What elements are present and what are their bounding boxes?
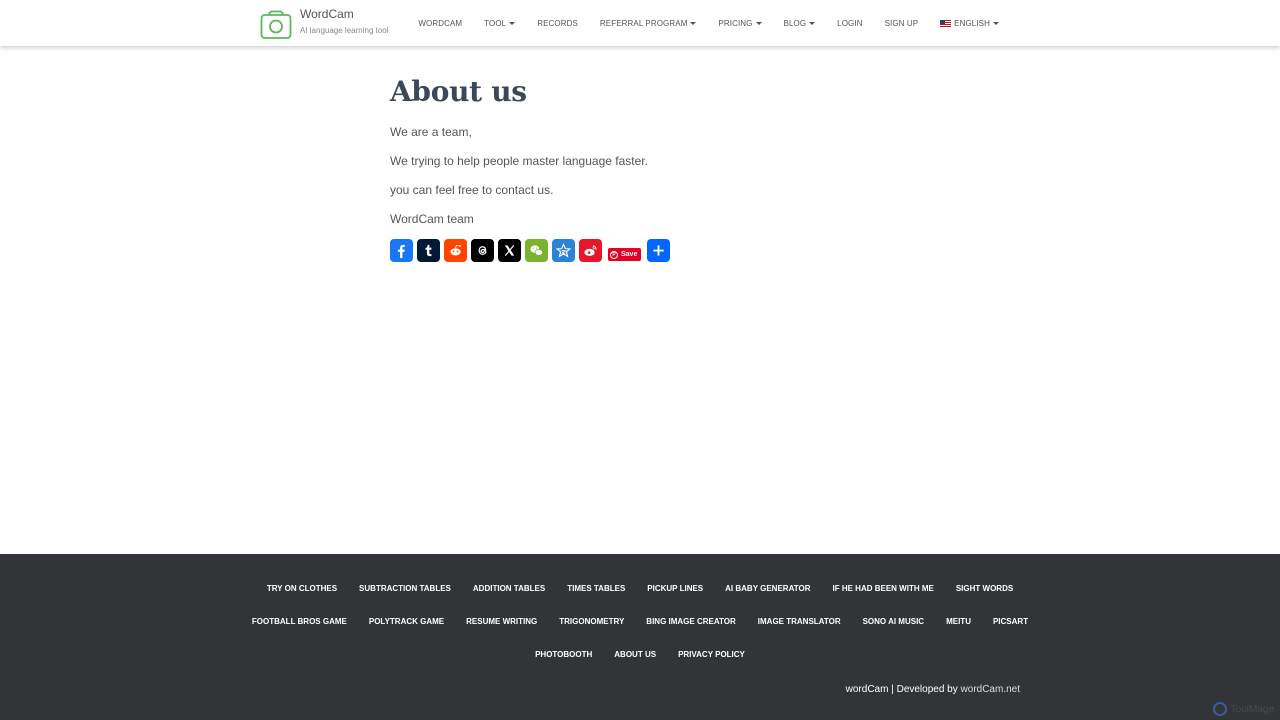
facebook-share-button[interactable] — [390, 239, 413, 262]
pinterest-save-label: Save — [621, 251, 638, 258]
qzone-share-button[interactable] — [552, 239, 575, 262]
nav-item-blog[interactable]: BLOG — [773, 0, 827, 46]
nav-item-wordcam[interactable]: WORDCAM — [407, 0, 473, 46]
top-navbar: WordCam AI language learning tool WORDCA… — [0, 0, 1280, 46]
pinterest-save-button[interactable]: P Save — [608, 248, 642, 261]
nav-item-pricing[interactable]: PRICING — [707, 0, 772, 46]
tumblr-icon — [425, 244, 432, 257]
nav-item-login[interactable]: LOGIN — [826, 0, 873, 46]
share-plus-icon — [653, 245, 665, 256]
about-paragraph: you can feel free to contact us. — [390, 183, 554, 197]
footer-link[interactable]: SUBTRACTION TABLES — [348, 578, 462, 611]
about-content: About us We are a team, We trying to hel… — [390, 72, 890, 262]
footer-link[interactable]: SIGHT WORDS — [945, 578, 1024, 611]
footer-link[interactable]: POLYTRACK GAME — [358, 611, 455, 644]
wechat-icon — [530, 245, 543, 256]
x-icon — [504, 244, 515, 257]
footer-link[interactable]: RESUME WRITING — [455, 611, 548, 644]
brand-tagline: AI language learning tool — [300, 26, 389, 35]
share-buttons: P Save — [390, 239, 890, 262]
nav-label: TOOL — [484, 18, 507, 28]
footer-link[interactable]: TIMES TABLES — [556, 578, 636, 611]
footer-link[interactable]: IF HE HAD BEEN WITH ME — [822, 578, 945, 611]
reddit-share-button[interactable] — [444, 239, 467, 262]
footer-link[interactable]: ADDITION TABLES — [462, 578, 556, 611]
credit-site-link[interactable]: wordCam — [846, 684, 889, 695]
camera-logo-icon — [260, 10, 292, 39]
credit-separator: | Developed by — [888, 684, 961, 695]
footer-link[interactable]: PICKUP LINES — [636, 578, 714, 611]
brand-name: WordCam — [300, 7, 354, 21]
caret-down-icon — [509, 21, 516, 25]
x-share-button[interactable] — [498, 239, 521, 262]
more-share-button[interactable] — [647, 239, 671, 262]
qzone-icon — [556, 243, 571, 258]
credit-developer-link[interactable]: wordCam.net — [961, 684, 1020, 695]
caret-down-icon — [755, 21, 762, 25]
nav-label: LOGIN — [837, 18, 863, 28]
brand-text: WordCam AI language learning tool — [300, 6, 389, 37]
nav-label: WORDCAM — [418, 18, 463, 28]
nav-label: SIGN UP — [884, 18, 919, 28]
watermark: ToolMage — [1212, 702, 1274, 716]
main-nav: WORDCAM TOOL RECORDS REFERRAL PROGRAM PR… — [407, 0, 1010, 46]
footer-link[interactable]: PICSART — [982, 611, 1039, 644]
footer-link[interactable]: ABOUT US — [603, 644, 667, 677]
threads-icon — [478, 246, 487, 255]
footer-link[interactable]: TRIGONOMETRY — [548, 611, 635, 644]
watermark-text: ToolMage — [1230, 703, 1274, 715]
footer-link[interactable]: AI BABY GENERATOR — [714, 578, 821, 611]
us-flag-icon — [940, 19, 952, 27]
nav-item-referral-program[interactable]: REFERRAL PROGRAM — [589, 0, 708, 46]
footer-link[interactable]: BING IMAGE CREATOR — [635, 611, 746, 644]
caret-down-icon — [690, 21, 697, 25]
nav-item-signup[interactable]: SIGN UP — [874, 0, 930, 46]
weibo-share-button[interactable] — [579, 239, 602, 262]
reddit-icon — [450, 244, 462, 256]
footer-links: TRY ON CLOTHES SUBTRACTION TABLES ADDITI… — [240, 578, 1040, 677]
language-selector[interactable]: ENGLISH — [929, 0, 1010, 46]
weibo-icon — [584, 245, 597, 256]
site-footer: TRY ON CLOTHES SUBTRACTION TABLES ADDITI… — [0, 554, 1280, 720]
pinterest-icon: P — [610, 250, 618, 259]
nav-item-tool[interactable]: TOOL — [473, 0, 526, 46]
footer-credit: wordCam | Developed by wordCam.net — [846, 684, 1020, 695]
about-paragraph: We are a team, — [390, 125, 472, 139]
nav-label: RECORDS — [537, 18, 578, 28]
footer-link[interactable]: TRY ON CLOTHES — [256, 578, 348, 611]
about-paragraph: We trying to help people master language… — [390, 154, 648, 168]
caret-down-icon — [809, 21, 816, 25]
facebook-icon — [398, 244, 405, 258]
page-title: About us — [390, 75, 527, 108]
brand-link[interactable]: WordCam AI language learning tool — [260, 6, 389, 41]
footer-link[interactable]: FOOTBALL BROS GAME — [241, 611, 358, 644]
wechat-share-button[interactable] — [525, 239, 548, 262]
watermark-logo-icon — [1212, 702, 1227, 716]
footer-link[interactable]: PRIVACY POLICY — [667, 644, 756, 677]
about-paragraph: WordCam team — [390, 212, 474, 226]
footer-link[interactable]: PHOTOBOOTH — [524, 644, 603, 677]
nav-label: BLOG — [783, 18, 807, 28]
threads-share-button[interactable] — [471, 239, 494, 262]
tumblr-share-button[interactable] — [417, 239, 440, 262]
footer-link[interactable]: SONO AI MUSIC — [852, 611, 935, 644]
nav-label: PRICING — [718, 18, 753, 28]
footer-link[interactable]: MEITU — [935, 611, 982, 644]
language-label: ENGLISH — [954, 18, 990, 28]
nav-label: REFERRAL PROGRAM — [599, 18, 688, 28]
nav-item-records[interactable]: RECORDS — [526, 0, 589, 46]
footer-link[interactable]: IMAGE TRANSLATOR — [747, 611, 852, 644]
caret-down-icon — [993, 21, 999, 25]
